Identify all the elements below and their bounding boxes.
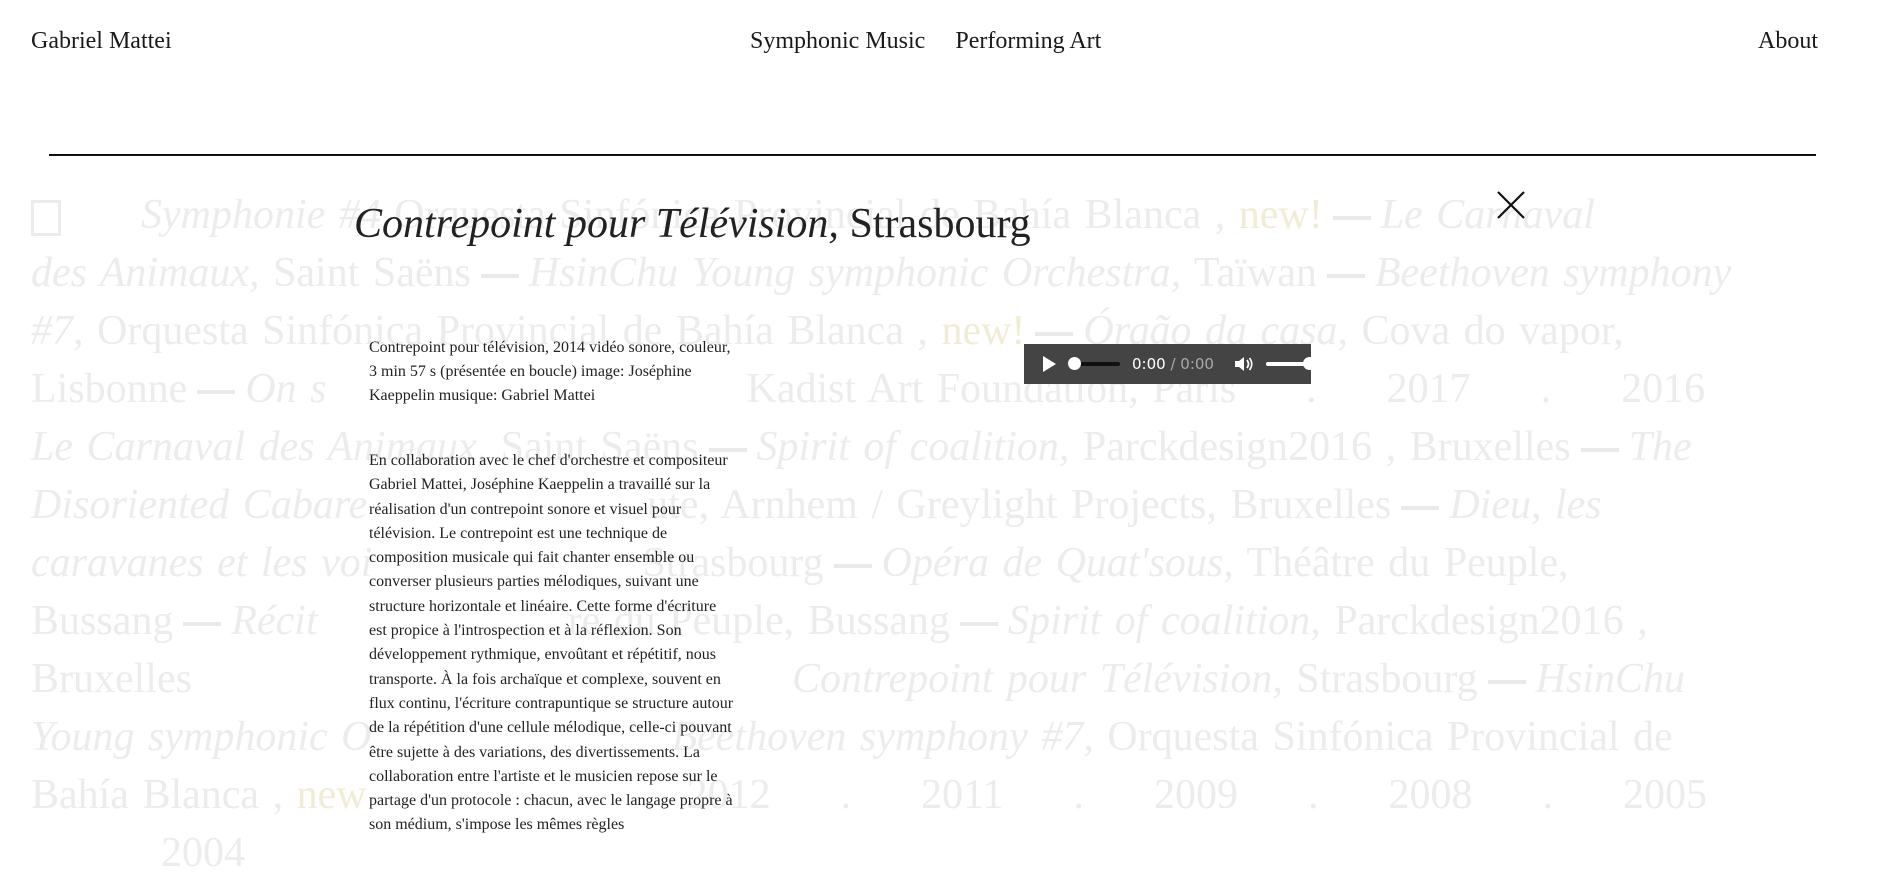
volume-icon[interactable] (1234, 355, 1254, 373)
play-icon[interactable] (1040, 355, 1058, 373)
modal-title-place: Strasbourg (838, 201, 1031, 247)
page: Symphonie #4 Orquesta Sinfónica Provinci… (0, 0, 1898, 872)
nav-about[interactable]: About (1758, 28, 1818, 55)
volume-knob[interactable] (1302, 357, 1316, 370)
work-info: Contrepoint pour télévision, 2014 vidéo … (369, 339, 731, 404)
work-description: En collaboration avec le chef d'orchestr… (369, 452, 734, 834)
audio-progress-slider[interactable] (1068, 357, 1120, 370)
current-time: 0:00 (1132, 355, 1166, 373)
audio-player: 0:00 / 0:00 (1024, 344, 1316, 384)
modal-overlay (0, 160, 1898, 872)
audio-time: 0:00 / 0:00 (1132, 355, 1214, 373)
site-title[interactable]: Gabriel Mattei (31, 28, 172, 55)
time-separator: / (1165, 355, 1181, 373)
progress-knob[interactable] (1068, 357, 1081, 370)
top-nav: Symphonic Music Performing Art (750, 28, 1101, 55)
modal-title: Contrepoint pour Télévision, Strasbourg (354, 200, 1031, 248)
close-icon[interactable] (1496, 190, 1526, 220)
header-divider (49, 154, 1816, 156)
nav-symphonic-music[interactable]: Symphonic Music (750, 28, 925, 55)
duration-time: 0:00 (1180, 355, 1214, 373)
modal-title-work: Contrepoint pour Télévision, (354, 201, 839, 247)
nav-performing-art[interactable]: Performing Art (955, 28, 1101, 55)
volume-slider[interactable] (1265, 357, 1316, 370)
